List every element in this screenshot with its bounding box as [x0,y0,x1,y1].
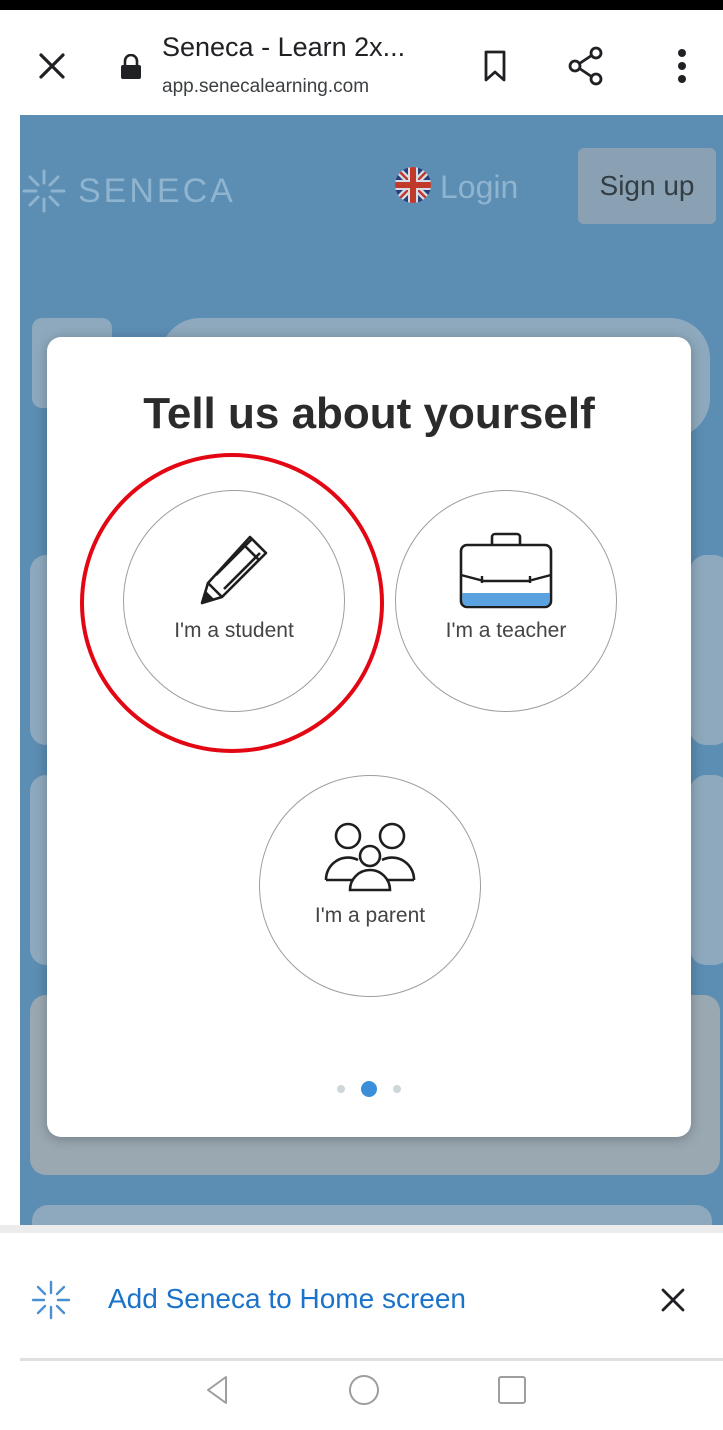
bookmark-icon[interactable] [484,50,506,82]
seneca-logo: SENECA [20,167,236,215]
page-title: Seneca - Learn 2x... [162,32,406,62]
page-url[interactable]: app.senecalearning.com [162,76,369,98]
login-link[interactable]: Login [440,169,518,206]
parent-option[interactable]: I'm a parent [259,775,481,997]
lock-icon [121,54,141,79]
add-to-home-banner[interactable]: Add Seneca to Home screen [0,1225,723,1358]
briefcase-icon [459,532,553,609]
recent-apps-icon[interactable] [498,1376,526,1404]
signup-button[interactable]: Sign up [578,148,716,224]
seneca-logo-icon [31,1280,71,1320]
background-card [690,775,723,965]
back-icon[interactable] [205,1375,229,1405]
logo-text: SENECA [78,171,236,210]
teacher-option[interactable]: I'm a teacher [395,490,617,712]
status-bar [0,0,723,10]
student-highlight-ring [80,453,384,753]
home-icon[interactable] [349,1375,379,1405]
close-icon[interactable] [660,1287,686,1313]
add-to-home-label[interactable]: Add Seneca to Home screen [108,1283,466,1315]
pagination-dot[interactable] [393,1085,401,1093]
pagination-dot[interactable] [337,1085,345,1093]
browser-toolbar: Seneca - Learn 2x... app.senecalearning.… [0,10,723,115]
parent-label: I'm a parent [314,904,426,927]
background-card [32,1205,712,1225]
seneca-logo-icon [22,169,66,213]
more-options-icon[interactable] [676,48,688,84]
family-icon [324,822,416,892]
share-icon[interactable] [568,46,604,86]
role-selection-modal: Tell us about yourself I'm a student I'm… [47,337,691,1137]
pagination-dot-active[interactable] [361,1081,377,1097]
teacher-label: I'm a teacher [445,619,567,642]
close-icon[interactable] [38,52,66,80]
system-nav-bar [0,1361,723,1430]
background-card [690,555,723,745]
uk-flag-icon[interactable] [395,167,431,203]
pagination-dots [47,1081,691,1097]
modal-title: Tell us about yourself [143,389,595,438]
